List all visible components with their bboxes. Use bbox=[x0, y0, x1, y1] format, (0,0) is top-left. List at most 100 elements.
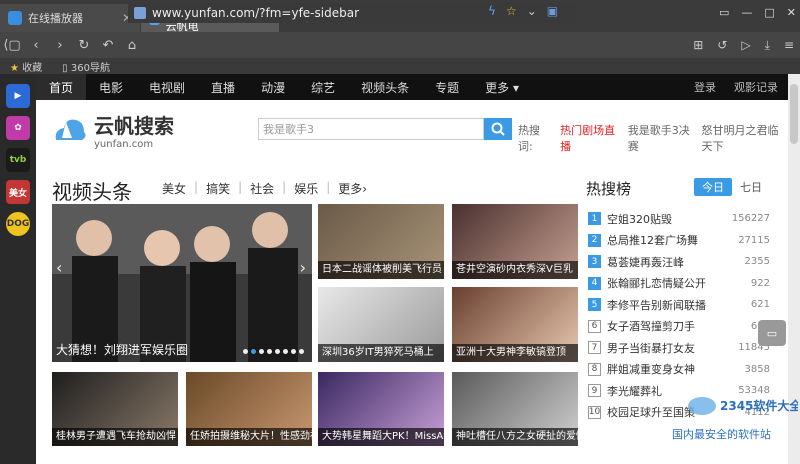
hotlist-item-count: 922 bbox=[750, 277, 770, 289]
hotlist-tabs: 今日 七日 bbox=[694, 178, 770, 196]
nav-tv[interactable]: 电视剧 bbox=[136, 74, 198, 100]
star-icon[interactable]: ☆ bbox=[506, 4, 517, 18]
rank-badge: 3 bbox=[588, 255, 601, 269]
carousel-dot[interactable] bbox=[275, 349, 280, 354]
nav-anime[interactable]: 动漫 bbox=[248, 74, 298, 100]
bookmark-favorites[interactable]: ★ 收藏 bbox=[10, 59, 42, 74]
hot-word[interactable]: 热门剧场直播 bbox=[560, 122, 618, 154]
history-link[interactable]: 观影记录 bbox=[734, 79, 778, 95]
video-caption: 日本二战谣体被削美飞行员 bbox=[318, 261, 444, 279]
dropdown-icon[interactable]: ⌄ bbox=[527, 4, 537, 18]
cat-society[interactable]: 社会 bbox=[250, 180, 274, 197]
video-caption: 任娇拍摄维秘大片！性感劲裸 bbox=[186, 428, 312, 446]
hotlist-item-count: 156227 bbox=[731, 213, 770, 225]
browser-tab-player[interactable]: 在线播放器 ✕ bbox=[0, 4, 140, 32]
undo-icon[interactable]: ↶ bbox=[96, 38, 120, 53]
rank-badge: 6 bbox=[588, 319, 601, 333]
carousel-dot[interactable] bbox=[283, 349, 288, 354]
cat-more[interactable]: 更多› bbox=[338, 180, 367, 197]
undo-close-icon[interactable]: ↺ bbox=[717, 38, 727, 52]
video-thumb[interactable]: 深圳36岁IT男猝死马桶上 bbox=[318, 287, 444, 362]
cat-beauty[interactable]: 美女 bbox=[162, 180, 186, 197]
extension-icon[interactable]: ▣ bbox=[547, 4, 558, 18]
rank-badge: 10 bbox=[588, 405, 601, 419]
dog-app-icon[interactable]: DOG bbox=[6, 212, 30, 236]
hotlist-item[interactable]: 2 总局推12套广场舞 27115 bbox=[588, 230, 770, 252]
home-icon[interactable]: ⌂ bbox=[120, 38, 144, 53]
meinv-app-icon[interactable]: 美女 bbox=[6, 180, 30, 204]
hotlist-item[interactable]: 8 胖姐减重变身女神 3858 bbox=[588, 359, 770, 381]
nav-movies[interactable]: 电影 bbox=[86, 74, 136, 100]
close-window-icon[interactable]: ✕ bbox=[787, 6, 796, 19]
carousel-dot[interactable] bbox=[291, 349, 296, 354]
hot-label: 热搜词: bbox=[518, 124, 540, 153]
svg-text:国内最安全的软件站: 国内最安全的软件站 bbox=[672, 427, 771, 441]
site-logo[interactable]: 云帆搜索 yunfan.com bbox=[52, 110, 174, 150]
hotlist-item[interactable]: 5 李修平告别新闻联播 621 bbox=[588, 294, 770, 316]
forward-icon[interactable]: › bbox=[48, 38, 72, 53]
tv-app-icon[interactable]: tvb bbox=[6, 148, 30, 172]
apps-grid-icon[interactable]: ⊞ bbox=[693, 38, 703, 52]
video-thumb[interactable]: 神吐槽任八方之女硬扯的爱情~ bbox=[452, 372, 578, 446]
tab-today[interactable]: 今日 bbox=[694, 178, 732, 196]
carousel-dot[interactable] bbox=[251, 349, 256, 354]
video-thumb[interactable]: 苍井空演砂内衣秀深V巨乳 bbox=[452, 204, 578, 279]
hotlist-item[interactable]: 1 空姐320贴毁 156227 bbox=[588, 208, 770, 230]
video-thumb[interactable]: 大势韩星舞蹈大PK！MissA组 bbox=[318, 372, 444, 446]
cat-ent[interactable]: 娱乐 bbox=[294, 180, 318, 197]
video-thumb-featured[interactable]: ‹ › 大猜想！刘翔进军娱乐圈 bbox=[52, 204, 312, 362]
chat-icon: ▭ bbox=[766, 326, 778, 340]
back-icon[interactable]: ‹ bbox=[24, 38, 48, 53]
hotlist-item[interactable]: 7 男子当街暴打女友 11845 bbox=[588, 337, 770, 359]
nav-more[interactable]: 更多 ▾ bbox=[472, 74, 532, 100]
logo-domain: yunfan.com bbox=[94, 139, 154, 150]
video-thumb[interactable]: 亚洲十大男神李敏镐登顶 bbox=[452, 287, 578, 362]
hotlist-item[interactable]: 4 张翰郦扎恋情疑公开 922 bbox=[588, 273, 770, 295]
restore-icon[interactable]: ▭ bbox=[719, 6, 729, 19]
hot-word[interactable]: 我是歌手3决赛 bbox=[628, 122, 692, 154]
yunfan-logo-icon bbox=[55, 119, 86, 140]
nav-live[interactable]: 直播 bbox=[198, 74, 248, 100]
video-caption: 苍井空演砂内衣秀深V巨乳 bbox=[452, 261, 578, 279]
download-icon[interactable]: ⤓ bbox=[765, 38, 770, 53]
rank-badge: 9 bbox=[588, 384, 601, 398]
nav-headlines[interactable]: 视频头条 bbox=[348, 74, 422, 100]
nav-variety[interactable]: 综艺 bbox=[298, 74, 348, 100]
carousel-dot[interactable] bbox=[299, 349, 304, 354]
nav-home[interactable]: 首页 bbox=[36, 74, 87, 100]
lightning-icon[interactable]: ϟ bbox=[488, 4, 496, 18]
hot-word[interactable]: 怒甘明月之君临天下 bbox=[702, 122, 788, 154]
chat-float-button[interactable]: ▭ bbox=[758, 320, 786, 346]
video-thumb[interactable]: 桂林男子遭遇飞车抢劫凶悍 bbox=[52, 372, 178, 446]
login-link[interactable]: 登录 bbox=[694, 79, 716, 95]
rank-badge: 5 bbox=[588, 298, 601, 312]
prev-arrow-icon[interactable]: ‹ bbox=[56, 258, 62, 277]
video-thumb[interactable]: 任娇拍摄维秘大片！性感劲裸 bbox=[186, 372, 312, 446]
minimize-icon[interactable]: — bbox=[741, 6, 752, 19]
play-circle-icon[interactable]: ▷ bbox=[741, 38, 750, 52]
hotlist-item[interactable]: 6女子酒驾撞剪刀手612 bbox=[588, 316, 770, 338]
video-thumb[interactable]: 日本二战谣体被削美飞行员 bbox=[318, 204, 444, 279]
nav-topics[interactable]: 专题 bbox=[422, 74, 472, 100]
app-sidebar: ▶ ✿ tvb 美女 DOG bbox=[0, 74, 36, 464]
carousel-dot[interactable] bbox=[267, 349, 272, 354]
menu-icon[interactable]: ≡ bbox=[784, 38, 794, 52]
scrollbar-thumb[interactable] bbox=[790, 84, 798, 144]
cat-funny[interactable]: 搞笑 bbox=[206, 180, 230, 197]
search-button[interactable] bbox=[484, 118, 512, 140]
film-app-icon[interactable]: ✿ bbox=[6, 116, 30, 140]
category-tabs: 美女 | 搞笑 | 社会 | 娱乐 | 更多› bbox=[162, 180, 368, 197]
refresh-icon[interactable]: ↻ bbox=[72, 38, 96, 53]
play-app-icon[interactable]: ▶ bbox=[6, 84, 30, 108]
search-input[interactable]: 我是歌手3 bbox=[258, 118, 484, 140]
tab-week[interactable]: 七日 bbox=[732, 178, 770, 196]
bookmark-360[interactable]: ▯ 360导航 bbox=[62, 59, 110, 74]
carousel-dot[interactable] bbox=[243, 349, 248, 354]
hotlist-item-title: 胖姐减重变身女神 bbox=[607, 363, 695, 377]
carousel-dot[interactable] bbox=[259, 349, 264, 354]
maximize-icon[interactable]: □ bbox=[764, 6, 774, 19]
next-arrow-icon[interactable]: › bbox=[300, 258, 306, 277]
sidebar-toggle-icon[interactable]: ⟨▢ bbox=[0, 38, 24, 53]
hotlist-item[interactable]: 3 葛荟婕再轰汪峰 2355 bbox=[588, 251, 770, 273]
hotlist-item-count: 27115 bbox=[738, 234, 770, 246]
